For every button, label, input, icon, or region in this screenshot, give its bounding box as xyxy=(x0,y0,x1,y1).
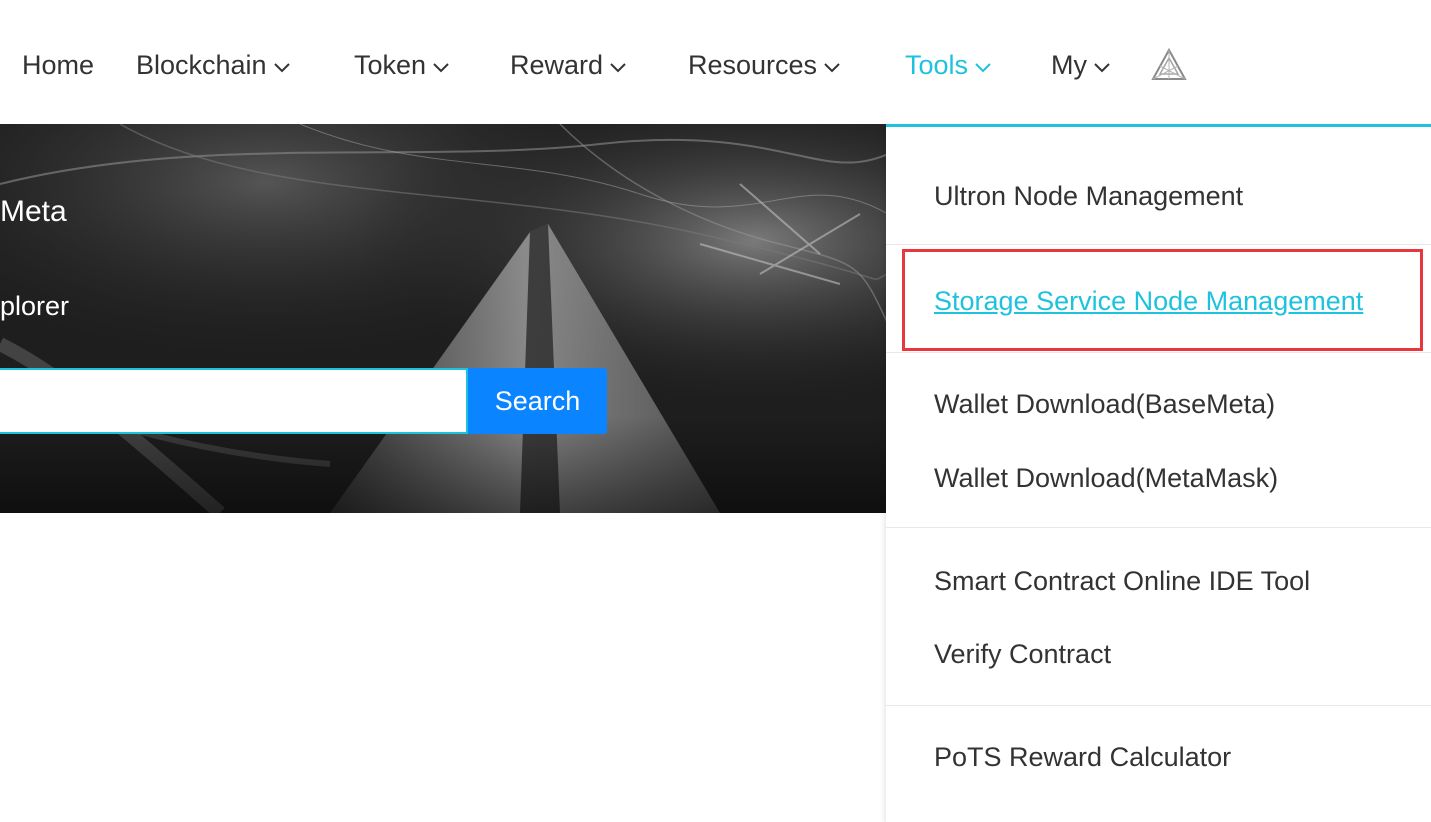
nav-item-label: My xyxy=(1051,50,1087,80)
nav-item-resources[interactable]: Resources xyxy=(688,48,840,82)
hero-subtitle: plorer xyxy=(0,291,70,321)
page: Home Blockchain Token Reward Resources T… xyxy=(0,0,1431,822)
hero-background-image xyxy=(0,124,888,513)
search-input[interactable] xyxy=(0,368,468,434)
menu-item-verify-contract[interactable]: Verify Contract xyxy=(934,639,1111,670)
nav-item-tools[interactable]: Tools xyxy=(905,48,991,82)
chevron-down-icon xyxy=(273,47,290,81)
chevron-down-icon xyxy=(1094,47,1110,81)
menu-item-wallet-download-metamask[interactable]: Wallet Download(MetaMask) xyxy=(934,463,1278,494)
menu-item-smart-contract-ide[interactable]: Smart Contract Online IDE Tool xyxy=(934,566,1310,597)
chevron-down-icon xyxy=(433,47,449,81)
chevron-down-icon xyxy=(975,47,991,81)
menu-divider xyxy=(886,527,1431,528)
nav-item-home[interactable]: Home xyxy=(22,48,94,82)
chevron-down-icon xyxy=(824,47,840,81)
menu-item-storage-service-node-management[interactable]: Storage Service Node Management xyxy=(934,286,1363,317)
hero-title: Meta xyxy=(0,195,67,228)
chevron-down-icon xyxy=(610,47,626,81)
nav-item-token[interactable]: Token xyxy=(354,48,449,82)
search-button[interactable]: Search xyxy=(468,368,607,434)
menu-divider xyxy=(886,244,1431,245)
nav-item-label: Token xyxy=(354,50,427,80)
nav-item-label: Reward xyxy=(510,50,604,80)
nav-item-my[interactable]: My xyxy=(1051,48,1110,82)
nav-item-label: Tools xyxy=(905,50,969,80)
top-nav: Home Blockchain Token Reward Resources T… xyxy=(0,0,1431,124)
triangle-logo-icon[interactable] xyxy=(1150,47,1188,83)
nav-item-blockchain[interactable]: Blockchain xyxy=(136,48,290,82)
menu-divider xyxy=(886,352,1431,353)
nav-item-label: Blockchain xyxy=(136,50,267,80)
hero-banner: Meta plorer Search xyxy=(0,124,888,513)
nav-item-label: Resources xyxy=(688,50,818,80)
menu-item-wallet-download-basemeta[interactable]: Wallet Download(BaseMeta) xyxy=(934,389,1275,420)
menu-divider xyxy=(886,705,1431,706)
nav-item-label: Home xyxy=(22,50,95,80)
tools-dropdown-menu: Ultron Node Management Storage Service N… xyxy=(886,124,1431,822)
nav-item-reward[interactable]: Reward xyxy=(510,48,626,82)
menu-item-pots-reward-calculator[interactable]: PoTS Reward Calculator xyxy=(934,742,1231,773)
menu-item-ultron-node-management[interactable]: Ultron Node Management xyxy=(934,181,1243,212)
